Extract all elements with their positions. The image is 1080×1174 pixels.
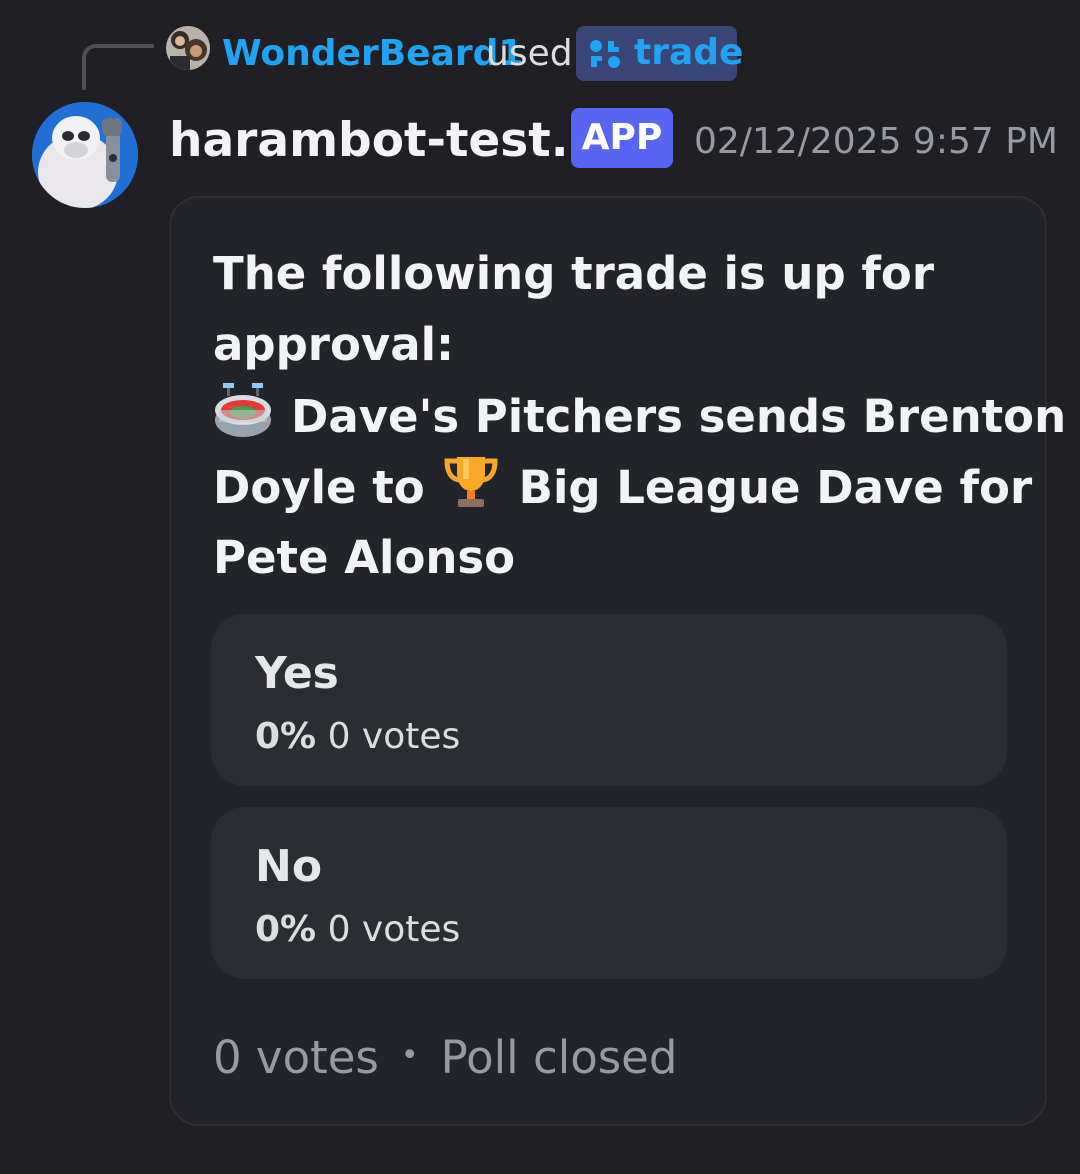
poll-question-line: approval: bbox=[213, 318, 455, 371]
poll-option-percent: 0% bbox=[255, 909, 317, 950]
poll-question-line: The following trade is up for bbox=[213, 247, 935, 300]
command-name: trade bbox=[634, 32, 744, 73]
poll-total-votes: 0 votes bbox=[213, 1031, 379, 1084]
app-badge: APP bbox=[571, 108, 673, 168]
footer-separator: • bbox=[400, 1038, 419, 1073]
poll-question-text: Doyle to bbox=[213, 461, 425, 514]
bot-username[interactable]: harambot-test... bbox=[169, 110, 604, 172]
message-timestamp: 02/12/2025 9:57 PM bbox=[694, 121, 1058, 162]
robot-gorilla-avatar-icon bbox=[32, 102, 138, 208]
poll-question-text: Big League Dave for bbox=[518, 461, 1033, 514]
app-command-icon bbox=[590, 40, 620, 68]
poll-option-label: Yes bbox=[255, 648, 339, 699]
poll-question-line: Dave's Pitchers sends Brenton bbox=[213, 380, 1066, 451]
poll-question-line: Doyle to Big League Dave for bbox=[213, 451, 1032, 522]
bot-avatar[interactable] bbox=[32, 102, 138, 208]
poll-option-no[interactable]: No 0% 0 votes bbox=[211, 807, 1007, 979]
poll-option-votes: 0 votes bbox=[327, 909, 461, 950]
reply-connector bbox=[82, 44, 154, 90]
poll-card: The following trade is up for approval: … bbox=[169, 196, 1066, 1126]
reply-user-name[interactable]: WonderBeard1 bbox=[222, 30, 523, 78]
poll-option-percent: 0% bbox=[255, 716, 317, 757]
reply-user-avatar[interactable] bbox=[166, 26, 210, 70]
poll-option-stats: 0% 0 votes bbox=[255, 712, 460, 762]
reply-used-text: used bbox=[486, 33, 573, 74]
poll-option-votes: 0 votes bbox=[327, 716, 461, 757]
poll-option-stats: 0% 0 votes bbox=[255, 905, 460, 955]
poll-question-line: Pete Alonso bbox=[213, 531, 516, 584]
poll-option-yes[interactable]: Yes 0% 0 votes bbox=[211, 614, 1007, 786]
trophy-icon bbox=[444, 457, 498, 507]
poll-footer: 0 votes • Poll closed bbox=[213, 1026, 677, 1088]
command-pill[interactable]: trade bbox=[576, 26, 743, 81]
reply-avatar-image bbox=[166, 26, 210, 70]
poll-status: Poll closed bbox=[440, 1031, 678, 1084]
stadium-icon bbox=[215, 383, 271, 437]
poll-question: The following trade is up for approval: … bbox=[213, 238, 1066, 593]
poll-option-label: No bbox=[255, 841, 323, 892]
poll-question-text: Dave's Pitchers sends Brenton bbox=[291, 390, 1067, 443]
